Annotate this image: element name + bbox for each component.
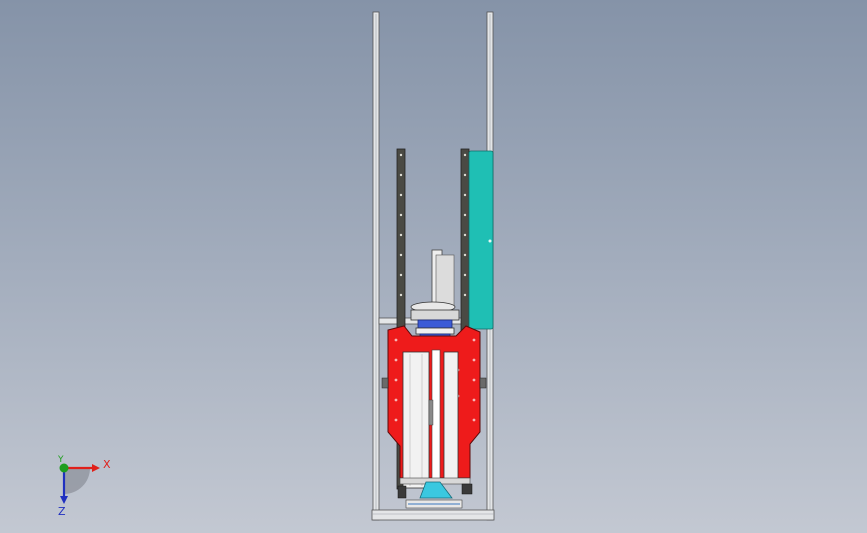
assembly-model[interactable] [0, 0, 867, 533]
base-bracket[interactable] [397, 477, 473, 509]
x-axis-label: X [103, 458, 111, 471]
right-rail[interactable] [460, 148, 470, 340]
base-beam[interactable] [371, 509, 495, 521]
z-axis-label: Z [58, 505, 66, 518]
coordinate-triad [59, 463, 100, 504]
graphics-viewport[interactable]: X Y Z [0, 0, 867, 533]
right-cylinder[interactable] [443, 351, 459, 483]
y-axis-label: Y [58, 455, 64, 465]
left-cylinder[interactable] [402, 351, 430, 489]
